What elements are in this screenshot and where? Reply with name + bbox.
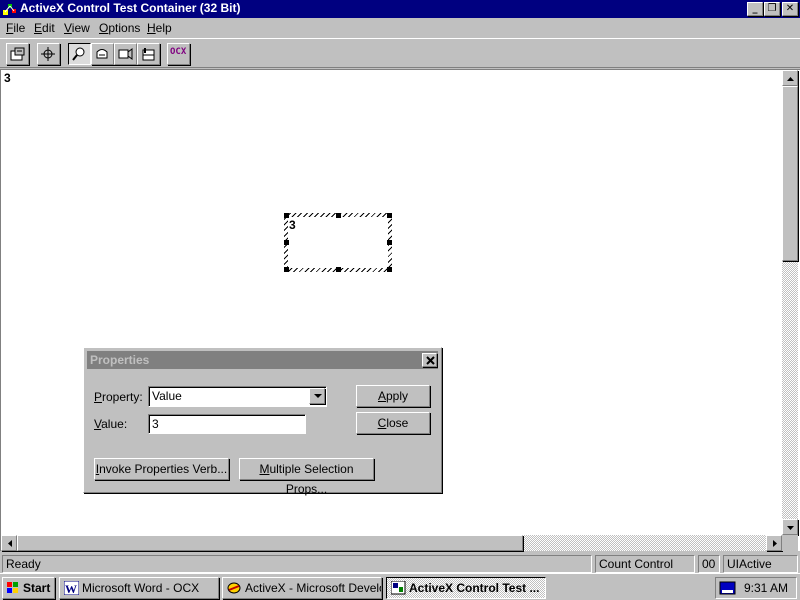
- menu-view[interactable]: View: [64, 21, 90, 35]
- start-label: Start: [23, 581, 51, 595]
- horizontal-scroll-thumb[interactable]: [17, 535, 523, 551]
- invoke-properties-verb-button[interactable]: Invoke Properties Verb...: [94, 458, 229, 480]
- resize-handle-sw[interactable]: [284, 267, 289, 272]
- vertical-scroll-thumb[interactable]: [782, 86, 798, 261]
- status-state: UIActive: [723, 555, 798, 573]
- menu-options[interactable]: Options: [99, 21, 140, 35]
- system-tray: 9:31 AM: [715, 577, 797, 599]
- app-icon[interactable]: [2, 1, 18, 17]
- notification-log-button[interactable]: [91, 43, 114, 65]
- toolbar: OCX: [0, 38, 800, 68]
- task-developer-studio[interactable]: ActiveX - Microsoft Develo...: [222, 577, 382, 599]
- task-developer-studio-label: ActiveX - Microsoft Develo...: [245, 581, 382, 595]
- task-activex-container-label: ActiveX Control Test ...: [409, 581, 540, 595]
- windows-logo-icon: [7, 582, 18, 593]
- arrow-down-icon: [787, 526, 794, 530]
- magnifier-icon: [72, 47, 85, 61]
- arrow-left-icon: [8, 540, 12, 547]
- invoke-methods-icon: [41, 47, 55, 61]
- restore-button[interactable]: ❐: [764, 2, 780, 16]
- start-button[interactable]: Start: [2, 577, 55, 599]
- apply-button[interactable]: Apply: [356, 385, 430, 407]
- vertical-scrollbar[interactable]: [782, 70, 798, 535]
- scroll-right-button[interactable]: [766, 535, 782, 551]
- close-icon: [426, 356, 435, 365]
- menu-edit[interactable]: Edit: [34, 21, 55, 35]
- status-ready: Ready: [2, 555, 592, 573]
- developer-studio-icon: [227, 582, 241, 594]
- resize-handle-n[interactable]: [336, 213, 341, 218]
- resize-handle-s[interactable]: [336, 267, 341, 272]
- scroll-left-button[interactable]: [1, 535, 17, 551]
- status-bar: Ready Count Control 00 UIActive: [0, 553, 800, 573]
- value-label: Value:: [94, 417, 128, 431]
- taskbar: Start W Microsoft Word - OCX ActiveX - M…: [0, 573, 800, 600]
- resize-handle-se[interactable]: [387, 267, 392, 272]
- resize-handle-e[interactable]: [387, 240, 392, 245]
- container-value-text: 3: [4, 71, 11, 85]
- property-combobox-value: Value: [152, 389, 182, 403]
- properties-icon: [142, 48, 155, 61]
- menu-bar: File Edit View Options Help: [0, 18, 800, 38]
- menu-file[interactable]: File: [6, 21, 25, 35]
- close-button[interactable]: ✕: [782, 2, 798, 16]
- invoke-methods-button[interactable]: [37, 43, 60, 65]
- properties-close-button[interactable]: [422, 353, 437, 367]
- scrollbar-corner: [782, 535, 798, 551]
- tray-app-icon[interactable]: [719, 580, 737, 596]
- minimize-button[interactable]: _: [747, 2, 763, 16]
- property-dropdown-button[interactable]: [309, 388, 325, 404]
- arrow-up-icon: [787, 77, 794, 81]
- resize-handle-nw[interactable]: [284, 213, 289, 218]
- chevron-down-icon: [314, 394, 322, 398]
- resize-handle-ne[interactable]: [387, 213, 392, 218]
- properties-button[interactable]: [137, 43, 160, 65]
- ocx-button[interactable]: OCX: [167, 43, 190, 65]
- value-input[interactable]: 3: [148, 414, 306, 434]
- status-control-name: Count Control: [595, 555, 695, 573]
- properties-title-bar[interactable]: Properties: [87, 351, 438, 369]
- value-input-text: 3: [152, 417, 159, 431]
- scroll-down-button[interactable]: [782, 519, 798, 535]
- event-log-button[interactable]: [68, 43, 91, 65]
- ambient-properties-button[interactable]: [114, 43, 137, 65]
- close-icon: ✕: [785, 3, 795, 14]
- task-activex-container[interactable]: ActiveX Control Test ...: [386, 577, 546, 599]
- arrow-right-icon: [773, 540, 777, 547]
- clock[interactable]: 9:31 AM: [744, 581, 788, 595]
- resize-handle-w[interactable]: [284, 240, 289, 245]
- title-bar[interactable]: ActiveX Control Test Container (32 Bit) …: [0, 0, 800, 18]
- task-word-label: Microsoft Word - OCX: [82, 581, 200, 595]
- window-title: ActiveX Control Test Container (32 Bit): [20, 1, 241, 15]
- minimize-icon: _: [752, 3, 758, 14]
- task-word[interactable]: W Microsoft Word - OCX: [59, 577, 219, 599]
- property-combobox[interactable]: Value: [148, 386, 327, 407]
- horizontal-scrollbar[interactable]: [1, 535, 782, 551]
- menu-help[interactable]: Help: [147, 21, 172, 35]
- status-code: 00: [698, 555, 720, 573]
- restore-icon: ❐: [767, 3, 777, 14]
- properties-dialog: Properties Property: Value Value: 3 Appl…: [83, 347, 442, 496]
- notification-icon: [96, 49, 108, 59]
- ocx-icon: OCX: [170, 47, 187, 57]
- insert-control-icon: [10, 47, 25, 61]
- scroll-up-button[interactable]: [782, 70, 798, 86]
- multiple-selection-props-button[interactable]: Multiple Selection Props...: [239, 458, 374, 496]
- close-dialog-button[interactable]: Close: [356, 412, 430, 434]
- insert-control-button[interactable]: [6, 43, 29, 65]
- properties-title: Properties: [90, 353, 150, 367]
- control-count-text: 3: [289, 218, 296, 232]
- property-label: Property:: [94, 390, 143, 404]
- active-control[interactable]: 3: [284, 213, 392, 272]
- control-surface[interactable]: 3: [288, 217, 388, 268]
- activex-container-icon: [391, 581, 406, 595]
- word-icon: W: [64, 581, 79, 595]
- svg-text:W: W: [65, 582, 77, 595]
- ambient-icon: [118, 48, 133, 60]
